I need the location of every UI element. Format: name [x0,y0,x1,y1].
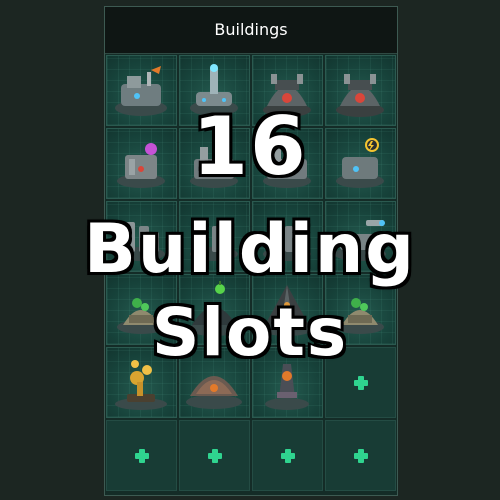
building-slot[interactable] [106,128,177,199]
building-slot[interactable] [252,274,323,345]
empty-slot[interactable] [179,420,250,491]
building-slot[interactable] [325,274,396,345]
plus-icon [280,448,295,463]
building-slot[interactable] [325,128,396,199]
buildings-panel: Buildings [104,6,398,496]
building-slot[interactable] [179,128,250,199]
building-slot[interactable] [106,55,177,126]
building-slot[interactable] [252,55,323,126]
plus-icon [353,375,368,390]
building-slot[interactable] [106,201,177,272]
empty-slot[interactable] [106,420,177,491]
empty-slot[interactable] [325,420,396,491]
panel-title: Buildings [105,7,397,54]
building-slot[interactable] [252,128,323,199]
building-grid [106,55,397,491]
building-slot[interactable] [325,201,396,272]
building-slot[interactable] [106,274,177,345]
building-slot[interactable] [179,347,250,418]
building-slot[interactable] [106,347,177,418]
building-slot[interactable] [179,274,250,345]
building-slot[interactable] [325,55,396,126]
empty-slot[interactable] [325,347,396,418]
building-slot[interactable] [179,55,250,126]
building-slot[interactable] [179,201,250,272]
plus-icon [207,448,222,463]
plus-icon [353,448,368,463]
building-slot[interactable] [252,347,323,418]
empty-slot[interactable] [252,420,323,491]
plus-icon [134,448,149,463]
building-slot[interactable] [252,201,323,272]
